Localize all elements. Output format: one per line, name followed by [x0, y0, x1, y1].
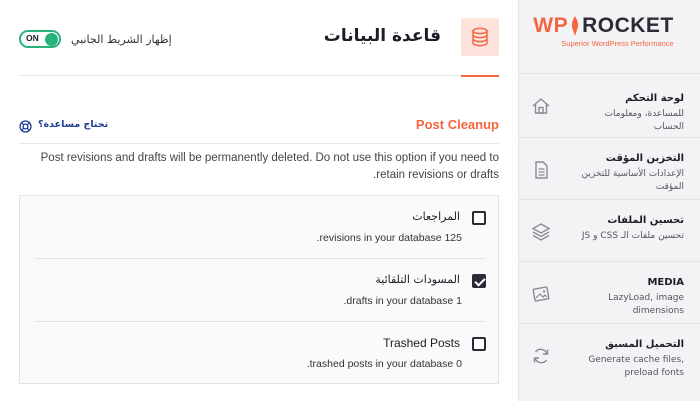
sidebar-item-dashboard[interactable]: لوحة التحكم للمساعدة، ومعلومات الحساب	[519, 73, 700, 137]
auto-drafts-checkbox[interactable]	[472, 274, 486, 288]
post-cleanup-header: Post Cleanup تحتاج مساعدة؟	[19, 117, 499, 135]
refresh-icon	[533, 348, 549, 364]
option-trashed-posts: Trashed Posts 0 trashed posts in your da…	[34, 322, 486, 384]
lifebuoy-icon	[19, 118, 32, 133]
sidebar-item-desc: LazyLoad, image dimensions	[608, 293, 684, 316]
page-header: إظهار الشريط الجانبي ON قاعدة البيانات	[19, 0, 499, 77]
sidebar-item-preload[interactable]: التحميل المسبق Generate cache files, pre…	[519, 323, 700, 385]
sidebar-item-title: تحسين الملفات	[607, 215, 684, 226]
sidebar-item-desc: تحسين ملفات الـ CSS و JS	[581, 231, 684, 241]
option-label: Trashed Posts	[383, 336, 460, 350]
image-icon	[532, 286, 550, 302]
sidebar-item-title: التخزين المؤقت	[605, 153, 684, 164]
main-content: إظهار الشريط الجانبي ON قاعدة البيانات P…	[19, 0, 499, 401]
header-accent-line	[461, 75, 499, 77]
toggle-knob	[45, 33, 58, 46]
help-text: تحتاج مساعدة؟	[38, 119, 109, 130]
section-divider	[19, 143, 499, 144]
sidebar-item-title: التحميل المسبق	[605, 339, 684, 350]
option-auto-drafts: المسودات التلقائية 1 drafts in your data…	[34, 259, 486, 321]
page-title: قاعدة البيانات	[323, 26, 441, 46]
option-description: 0 trashed posts in your database.	[306, 358, 462, 370]
option-label: المراجعات	[412, 210, 460, 223]
sidebar-toggle-switch[interactable]: ON	[19, 30, 61, 48]
sidebar-item-desc: Generate cache files, preload fonts	[588, 355, 684, 378]
section-title: Post Cleanup	[415, 117, 499, 132]
sidebar-item-desc: الإعدادات الأساسية للتخزين المؤقت	[581, 169, 685, 192]
layers-icon	[531, 223, 551, 241]
sidebar-item-title: MEDIA	[647, 277, 684, 288]
sidebar-toggle-control[interactable]: إظهار الشريط الجانبي ON	[19, 30, 172, 48]
document-icon	[535, 161, 548, 179]
rocket-flame-icon	[572, 16, 579, 36]
toggle-state-text: ON	[26, 33, 39, 43]
options-panel: المراجعات 125 revisions in your database…	[19, 195, 499, 384]
sidebar-item-title: لوحة التحكم	[625, 93, 684, 104]
logo-wp-text: WP	[533, 14, 569, 37]
sidebar: WP ROCKET Superior WordPress Performance…	[518, 0, 700, 401]
sidebar-item-desc: للمساعدة، ومعلومات الحساب	[604, 109, 684, 132]
logo-tagline: Superior WordPress Performance	[561, 39, 674, 48]
revisions-checkbox[interactable]	[472, 211, 486, 225]
wp-rocket-logo[interactable]: WP ROCKET Superior WordPress Performance	[519, 0, 700, 73]
sidebar-item-file-optimization[interactable]: تحسين الملفات تحسين ملفات الـ CSS و JS	[519, 199, 700, 261]
option-description: 125 revisions in your database.	[316, 232, 462, 244]
sidebar-toggle-label: إظهار الشريط الجانبي	[71, 32, 172, 46]
help-link[interactable]: تحتاج مساعدة؟	[19, 118, 109, 133]
option-label: المسودات التلقائية	[375, 273, 460, 286]
database-icon	[461, 18, 499, 56]
sidebar-item-cache[interactable]: التخزين المؤقت الإعدادات الأساسية للتخزي…	[519, 137, 700, 199]
option-description: 1 drafts in your database.	[343, 295, 462, 307]
home-icon	[532, 98, 550, 114]
logo-rocket-text: ROCKET	[582, 14, 674, 37]
sidebar-item-media[interactable]: MEDIA LazyLoad, image dimensions	[519, 261, 700, 323]
cleanup-warning: Post revisions and drafts will be perman…	[40, 152, 499, 181]
option-revisions: المراجعات 125 revisions in your database…	[34, 196, 486, 258]
trashed-posts-checkbox[interactable]	[472, 337, 486, 351]
